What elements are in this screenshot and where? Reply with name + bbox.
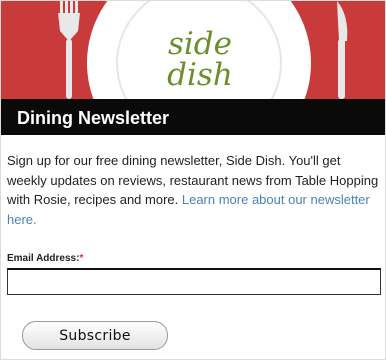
logo-text-line2: dish xyxy=(167,57,233,93)
email-label: Email Address:* xyxy=(7,253,83,264)
newsletter-widget: side dish Dining Newsletter Sign up for … xyxy=(0,0,386,360)
newsletter-title: Dining Newsletter xyxy=(1,99,385,135)
side-dish-banner: side dish xyxy=(1,1,385,99)
intro-paragraph: Sign up for our free dining newsletter, … xyxy=(7,151,383,229)
subscribe-button[interactable]: Subscribe xyxy=(22,321,168,350)
logo-text-line1: side xyxy=(167,26,232,62)
required-marker: * xyxy=(79,253,84,264)
email-label-text: Email Address: xyxy=(7,253,80,264)
email-input[interactable] xyxy=(7,268,381,295)
